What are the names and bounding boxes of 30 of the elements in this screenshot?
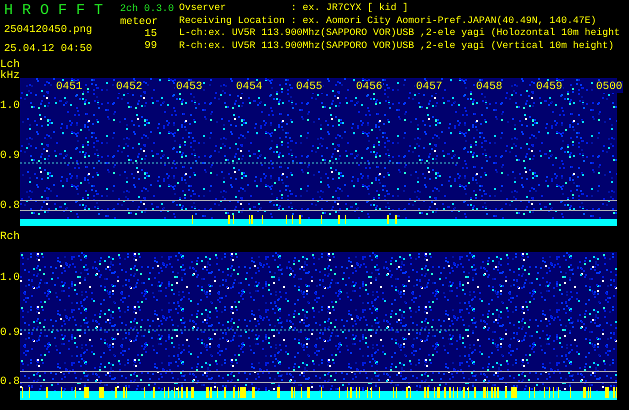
filename-text: 2504120450.png [4, 24, 92, 36]
axis-tick-label: 0.9 [0, 328, 20, 339]
axis-tick-label: 0.8 [0, 377, 20, 388]
time-label: 0455 [295, 81, 324, 93]
time-label: 0457 [415, 81, 444, 93]
axis-tick-label: 0.9 [0, 151, 20, 162]
channel-label: Rch [0, 232, 20, 243]
info-line: R-ch:ex. UV5R 113.900Mhz(SAPPORO VOR)USB ,2-ele yagi (Vertical 10m height) [179, 40, 616, 52]
time-label: 0459 [535, 81, 564, 93]
time-label: 0456 [355, 81, 384, 93]
unit-label: kHz [0, 71, 20, 82]
time-label: 0451 [55, 81, 84, 93]
meteor-count: 15 [143, 28, 157, 40]
info-line: Receiving Location : ex. Aomori City Aomori-Pref.JAPAN(40.49N, 140.47E) [179, 14, 598, 27]
info-line: Ovserver : ex. JR7CYX [ kid ] [179, 2, 410, 14]
time-label: 0500 [595, 81, 624, 93]
channel-label: Lch [0, 60, 20, 71]
info-line: L-ch:ex. UV5R 113.900Mhz(SAPPORO VOR)USB ,2-ele yagi (Holozontal 10m height [179, 27, 620, 40]
app-title: H R O F F T [4, 1, 104, 20]
time-label: 0454 [235, 81, 264, 93]
axis-tick-label: 1.0 [0, 101, 20, 112]
axis-tick-label: 0.8 [0, 201, 20, 212]
time-label: 0452 [115, 81, 144, 93]
meteor-count: 99 [143, 40, 157, 52]
datetime-text: 25.04.12 04:50 [4, 43, 92, 55]
axis-tick-label: 1.0 [0, 273, 20, 284]
time-label: 0458 [475, 81, 504, 93]
meteor-label: meteor [120, 16, 158, 28]
version-text: 2ch 0.3.0 [120, 2, 174, 16]
time-label: 0453 [175, 81, 204, 93]
